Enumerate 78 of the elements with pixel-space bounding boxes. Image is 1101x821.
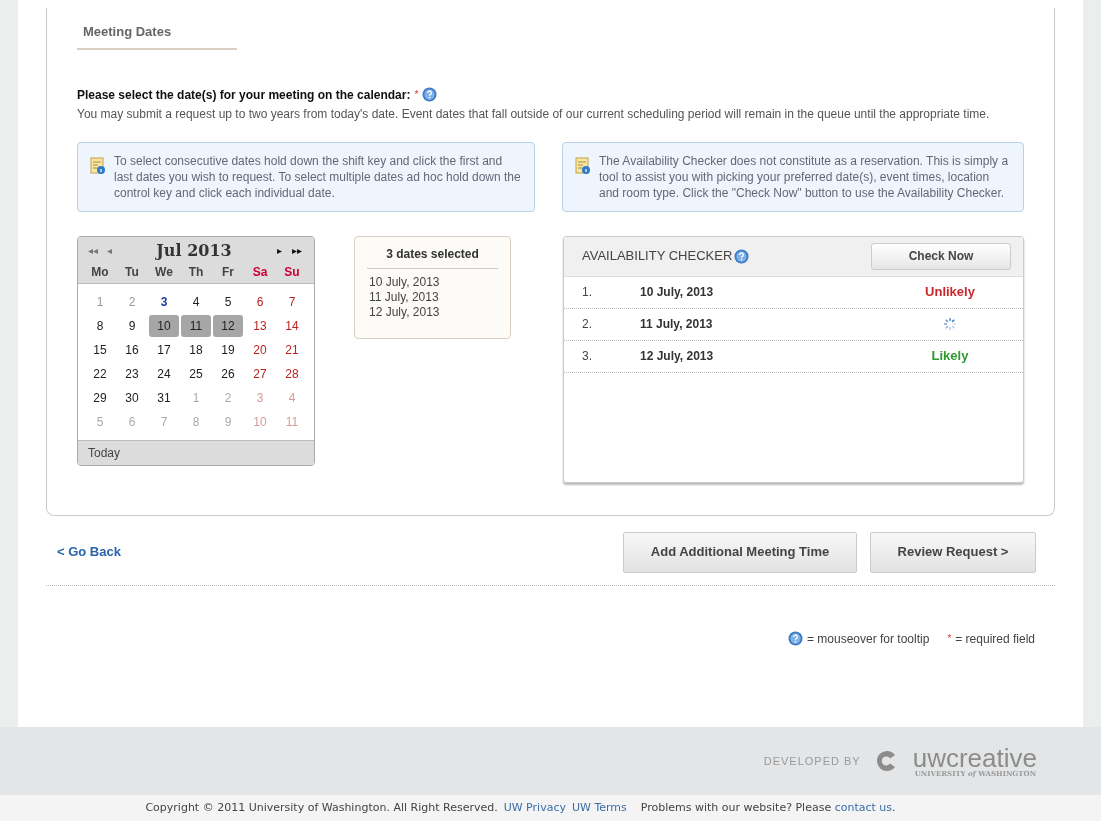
next-year-button[interactable]: ▸▸ xyxy=(286,243,308,258)
selected-date: 11 July, 2013 xyxy=(368,289,440,305)
calendar-day[interactable]: 3 xyxy=(149,290,179,313)
calendar-day[interactable]: 19 xyxy=(213,338,243,361)
selected-date: 12 July, 2013 xyxy=(368,304,441,320)
calendar-day[interactable]: 29 xyxy=(85,386,115,409)
developed-by-label: DEVELOPED BY xyxy=(763,753,861,769)
info-text: To select consecutive dates hold down the shift key and click the first and last dates you wish to request. To select multiple dates ad hoc hold down the control key and click each individual date. xyxy=(114,152,522,201)
calendar-day[interactable]: 18 xyxy=(181,338,211,361)
calendar-day[interactable]: 13 xyxy=(245,314,275,337)
availability-result: Likely xyxy=(931,347,969,366)
month-title: Jul 2013 xyxy=(154,239,233,262)
go-back-link[interactable]: < Go Back xyxy=(57,542,121,562)
calendar-day[interactable]: 30 xyxy=(117,386,147,409)
section-title: Meeting Dates xyxy=(83,24,172,39)
help-icon[interactable] xyxy=(787,631,803,646)
info-note-icon xyxy=(575,156,591,175)
calendar-day[interactable]: 20 xyxy=(245,338,275,361)
row-date: 12 July, 2013 xyxy=(640,348,715,365)
calendar-day[interactable]: 16 xyxy=(117,338,147,361)
weekday-label: Th xyxy=(187,263,205,281)
info-text: The Availability Checker does not constitute as a reservation. This is simply a tool to assist you with picking your preferred date(s), event times, location and room type. Click the "Check Now" button to use the Availability Checker. xyxy=(599,152,1010,201)
support-text: Problems with our website? Please contact us. xyxy=(640,799,896,816)
selected-date: 10 July, 2013 xyxy=(368,274,441,290)
calendar-day[interactable]: 7 xyxy=(277,290,307,313)
weekday-label: Su xyxy=(283,263,301,281)
calendar-day[interactable]: 9 xyxy=(117,314,147,337)
calendar-day[interactable]: 25 xyxy=(181,362,211,385)
calendar-day[interactable]: 24 xyxy=(149,362,179,385)
row-date: 10 July, 2013 xyxy=(640,284,715,301)
required-legend: = required field xyxy=(955,629,1035,648)
help-icon[interactable] xyxy=(422,87,438,102)
calendar-day[interactable]: 11 xyxy=(181,314,211,337)
weekday-label: Mo xyxy=(90,263,110,281)
copyright-text: Copyright © 2011 University of Washington. All Right Reserved. xyxy=(145,799,498,816)
required-mark: * xyxy=(947,632,952,646)
tooltip-legend: = mouseover for tooltip xyxy=(806,629,930,648)
calendar-day[interactable]: 12 xyxy=(213,314,243,337)
checker-title: AVAILABILITY CHECKER xyxy=(582,247,733,266)
weekday-label: Tu xyxy=(124,263,140,281)
footer-link[interactable]: UW Privacy xyxy=(503,799,566,817)
required-mark: * xyxy=(414,88,419,102)
brand-name: uwcreative xyxy=(912,745,1037,770)
prompt-label: Please select the date(s) for your meeting on the calendar: xyxy=(77,86,411,104)
weekday-label: Sa xyxy=(251,263,269,281)
weekday-label: We xyxy=(154,263,174,281)
calendar-day[interactable]: 23 xyxy=(117,362,147,385)
help-icon[interactable] xyxy=(734,248,750,264)
calendar-day[interactable]: 5 xyxy=(213,290,243,313)
calendar-day[interactable]: 15 xyxy=(85,338,115,361)
info-note-icon xyxy=(90,156,106,175)
calendar-day[interactable]: 17 xyxy=(149,338,179,361)
calendar-day[interactable]: 14 xyxy=(277,314,307,337)
calendar-day[interactable]: 31 xyxy=(149,386,179,409)
calendar-day[interactable]: 6 xyxy=(245,290,275,313)
calendar-day[interactable]: 26 xyxy=(213,362,243,385)
row-number: 3. xyxy=(582,348,593,365)
check-now-button[interactable]: Check Now xyxy=(871,242,1011,270)
today-button[interactable]: Today xyxy=(88,443,121,462)
footer-link[interactable]: UW Terms xyxy=(571,799,627,817)
selected-count: 3 dates selected xyxy=(386,246,479,261)
row-number: 2. xyxy=(582,316,593,333)
calendar-day[interactable]: 28 xyxy=(277,362,307,385)
calendar-day[interactable]: 10 xyxy=(149,314,179,337)
calendar-day[interactable]: 27 xyxy=(245,362,275,385)
weekday-label: Fr xyxy=(221,263,235,281)
next-month-button[interactable]: ▸ xyxy=(272,243,286,258)
calendar-day[interactable]: 8 xyxy=(85,314,115,337)
action-button[interactable]: Review Request > xyxy=(870,531,1036,573)
availability-result: Unlikely xyxy=(925,283,975,302)
calendar-day[interactable]: 22 xyxy=(85,362,115,385)
action-button[interactable]: Add Additional Meeting Time xyxy=(623,531,857,573)
prompt-description: You may submit a request up to two years from today's date. Event dates that fall outside of our current scheduling period will remain in the queue until the appropriate time. xyxy=(77,105,991,122)
row-number: 1. xyxy=(582,284,593,301)
calendar-day[interactable]: 21 xyxy=(277,338,307,361)
calendar-day[interactable]: 4 xyxy=(181,290,211,313)
loading-spinner-icon xyxy=(943,317,957,331)
row-date: 11 July, 2013 xyxy=(640,316,714,333)
